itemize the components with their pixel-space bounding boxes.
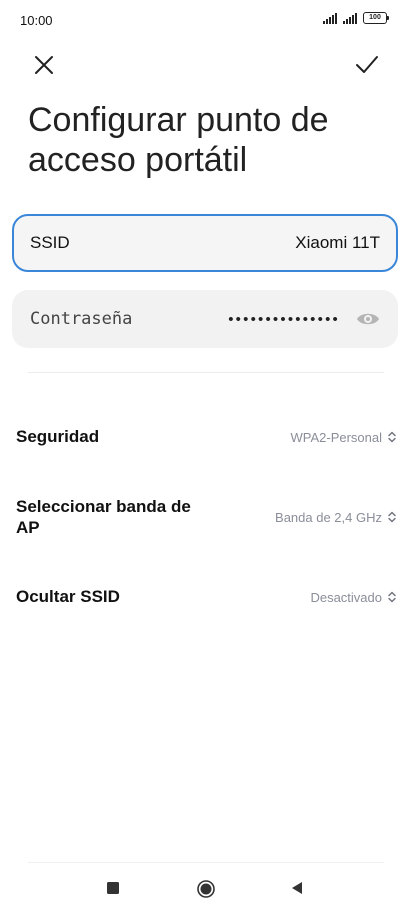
password-field[interactable]: Contraseña ••••••••••••••• [12,290,398,348]
security-label: Seguridad [16,427,100,446]
signal-icon [323,12,337,24]
band-value: Banda de 2,4 GHz [275,510,396,525]
band-value-text: Banda de 2,4 GHz [275,509,382,525]
navigation-bar [0,862,411,914]
recents-button[interactable] [106,881,120,900]
top-action-bar [0,45,411,85]
close-button[interactable] [24,45,64,85]
ssid-label: SSID [30,233,70,252]
confirm-button[interactable] [347,45,387,85]
security-value: WPA2-Personal [290,430,396,445]
hide-ssid-label: Ocultar SSID [16,587,120,606]
band-row[interactable]: Seleccionar banda de AP Banda de 2,4 GHz [16,494,396,540]
chevron-updown-icon [388,431,396,443]
divider [28,372,384,373]
battery-icon: 100 [363,12,389,24]
security-value-text: WPA2-Personal [290,429,382,445]
battery-level: 100 [369,14,381,21]
chevron-updown-icon [388,591,396,603]
band-label: Seleccionar banda de AP [16,497,191,537]
back-button[interactable] [290,881,304,900]
triangle-back-icon [292,882,302,894]
ssid-value: Xiaomi 11T [295,233,380,252]
ssid-field[interactable]: SSID Xiaomi 11T [12,214,398,272]
status-time: 10:00 [20,13,53,28]
square-icon [107,882,119,894]
status-bar: 10:00 100 [0,0,411,40]
eye-icon [357,313,379,325]
status-icons: 100 [323,12,389,24]
signal-icon-2 [343,12,357,24]
hide-ssid-value-text: Desactivado [310,589,382,605]
home-button[interactable] [196,879,216,904]
hide-ssid-row[interactable]: Ocultar SSID Desactivado [16,584,396,610]
chevron-updown-icon [388,511,396,523]
password-value: ••••••••••••••• [228,310,340,328]
password-label: Contraseña [30,309,133,329]
security-row[interactable]: Seguridad WPA2-Personal [16,424,396,450]
show-password-button[interactable] [356,311,380,327]
hide-ssid-value: Desactivado [310,590,396,605]
page-title: Configurar punto de acceso portátil [28,101,329,179]
circle-icon [197,880,215,898]
close-icon [35,56,53,74]
check-icon [356,56,378,73]
